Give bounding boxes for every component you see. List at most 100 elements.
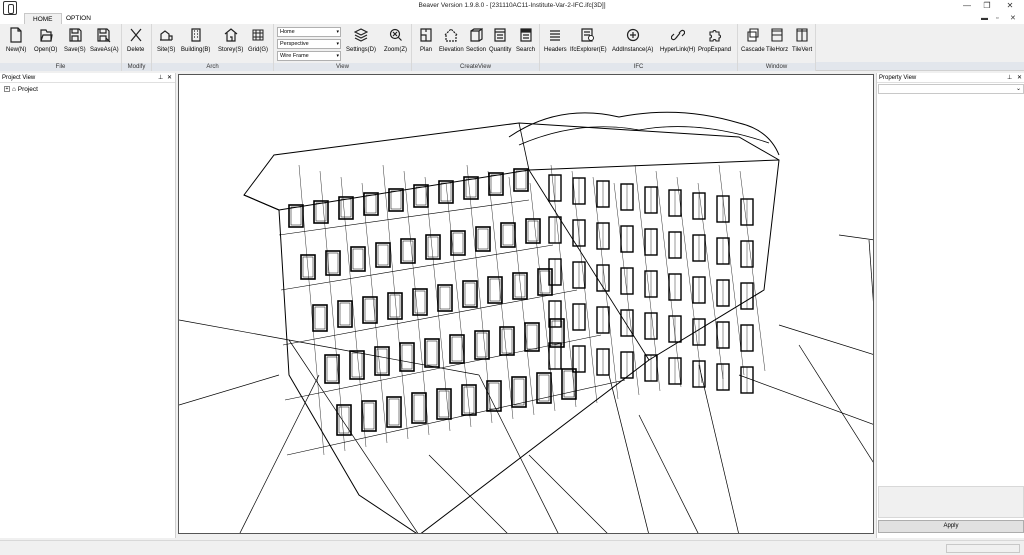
group-label-ifc: IFC [540, 63, 737, 71]
window-title: Beaver Version 1.9.8.0 - [231110AC11-Ins… [418, 2, 606, 9]
chevron-down-icon: ⌄ [1015, 86, 1021, 92]
ifc-explorer-button[interactable]: IfcExplorer(E) [570, 27, 607, 59]
storey-icon [224, 28, 238, 42]
add-instance-icon [626, 28, 639, 42]
status-bar [0, 540, 1024, 555]
tab-home[interactable]: HOME [24, 13, 62, 24]
site-button[interactable]: Site(S) [157, 27, 175, 59]
ribbon-tabs: HOME OPTION ▬ ▫ ✕ [0, 13, 1024, 24]
title-bar: Beaver Version 1.9.8.0 - [231110AC11-Ins… [0, 0, 1024, 15]
search-button[interactable]: Search [516, 27, 535, 59]
hyperlink-icon [670, 29, 685, 41]
elevation-icon [444, 28, 458, 42]
zoom-icon [389, 28, 402, 41]
tile-horizontal-icon [771, 28, 783, 42]
ifc-explorer-icon [581, 28, 595, 42]
mdi-minimize-button[interactable]: ▬ [981, 13, 988, 24]
3d-viewport[interactable] [178, 74, 874, 534]
save-icon [69, 28, 82, 42]
tree-item-project[interactable]: + ⌂ Project [4, 86, 38, 93]
tree-expander[interactable]: + [4, 86, 10, 93]
apply-button[interactable]: Apply [878, 520, 1024, 533]
group-label-file: File [0, 63, 121, 71]
pin-icon[interactable]: ⊥ [158, 73, 163, 83]
cascade-icon [747, 28, 759, 42]
property-view-panel: Property View ⊥ ✕ ⌄ Apply [876, 73, 1024, 538]
app-logo-icon[interactable] [3, 1, 17, 15]
zoom-button[interactable]: Zoom(Z) [384, 27, 407, 59]
group-label-arch: Arch [152, 63, 273, 71]
view-preset-select[interactable]: Home ▾ [277, 27, 341, 37]
pin-icon[interactable]: ⊥ [1007, 73, 1012, 83]
property-object-select[interactable]: ⌄ [878, 84, 1024, 94]
mdi-close-button[interactable]: ✕ [1010, 13, 1016, 24]
group-label-modify: Modify [122, 63, 151, 71]
delete-x-icon [130, 28, 142, 42]
plan-button[interactable]: Plan [419, 27, 433, 59]
new-button[interactable]: New(N) [6, 27, 26, 59]
search-list-icon [519, 28, 532, 42]
cascade-button[interactable]: Cascade [741, 27, 765, 59]
property-description-box [878, 486, 1024, 518]
wireframe-model [179, 111, 873, 533]
group-window: Cascade TileHorz TileVert Window [738, 24, 816, 71]
group-label-window: Window [738, 63, 815, 71]
section-icon [470, 27, 483, 42]
puzzle-icon [708, 30, 721, 42]
tile-vertical-icon [796, 28, 808, 42]
section-button[interactable]: Section [466, 27, 486, 59]
storey-button[interactable]: Storey(S) [218, 27, 243, 59]
delete-button[interactable]: Delete [127, 27, 144, 59]
mdi-restore-button[interactable]: ▫ [996, 13, 998, 24]
status-cell [946, 544, 1020, 553]
site-icon [160, 30, 173, 41]
settings-button[interactable]: Settings(D) [346, 27, 376, 59]
property-view-title: Property View [879, 75, 917, 81]
group-label-createview: CreateView [412, 63, 539, 71]
close-button[interactable]: ✕ [1000, 0, 1020, 12]
quantity-button[interactable]: Quantity [489, 27, 511, 59]
quantity-icon [494, 28, 506, 42]
save-button[interactable]: Save(S) [64, 27, 86, 59]
group-modify: Delete Modify [122, 24, 152, 71]
project-view-panel: Project View ⊥ ✕ + ⌂ Project [0, 73, 176, 538]
property-view-header: Property View ⊥ ✕ [877, 73, 1024, 83]
restore-button[interactable]: ❐ [977, 0, 997, 12]
chevron-down-icon: ▾ [336, 53, 339, 59]
group-label-view: View [274, 63, 411, 71]
property-view-close-button[interactable]: ✕ [1017, 73, 1022, 83]
minimize-button[interactable]: — [957, 0, 977, 12]
building-button[interactable]: Building(B) [181, 27, 210, 59]
tile-horizontal-button[interactable]: TileHorz [766, 27, 788, 59]
group-view: Home ▾ Perspective ▾ Wire Frame ▾ Settings(… [274, 24, 412, 71]
headers-icon [550, 30, 561, 41]
grid-button[interactable]: Grid(G) [248, 27, 268, 59]
tree-item-label: Project [17, 86, 38, 93]
grid-icon [252, 29, 264, 41]
render-mode-select[interactable]: Wire Frame ▾ [277, 51, 341, 61]
plan-icon [420, 28, 432, 42]
elevation-button[interactable]: Elevation [439, 27, 464, 59]
hyperlink-button[interactable]: HyperLink(H) [660, 27, 695, 59]
open-button[interactable]: Open(O) [34, 27, 57, 59]
save-as-button[interactable]: SaveAs(A) [90, 27, 119, 59]
open-folder-icon [40, 29, 53, 42]
group-arch: Site(S) Building(B) Storey(S) Grid(G) Ar… [152, 24, 274, 71]
add-instance-button[interactable]: AddInstance(A) [612, 27, 653, 59]
prop-expand-button[interactable]: PropExpand [698, 27, 731, 59]
tab-option[interactable]: OPTION [58, 13, 99, 24]
ribbon-label-filler [816, 62, 1024, 70]
save-as-icon [97, 28, 111, 43]
headers-button[interactable]: Headers [544, 27, 567, 59]
projection-select[interactable]: Perspective ▾ [277, 39, 341, 49]
chevron-down-icon: ▾ [336, 29, 339, 35]
group-file: New(N) Open(O) Save(S) SaveAs(A) File [0, 24, 122, 71]
project-tree-icon: ⌂ [12, 86, 16, 93]
tile-vertical-button[interactable]: TileVert [792, 27, 812, 59]
layers-icon [354, 28, 368, 42]
group-ifc: Headers IfcExplorer(E) AddInstance(A) Hy… [540, 24, 738, 71]
new-document-icon [10, 27, 22, 43]
project-view-close-button[interactable]: ✕ [167, 73, 172, 83]
ribbon: New(N) Open(O) Save(S) SaveAs(A) File De… [0, 24, 1024, 71]
building-icon [191, 28, 201, 42]
